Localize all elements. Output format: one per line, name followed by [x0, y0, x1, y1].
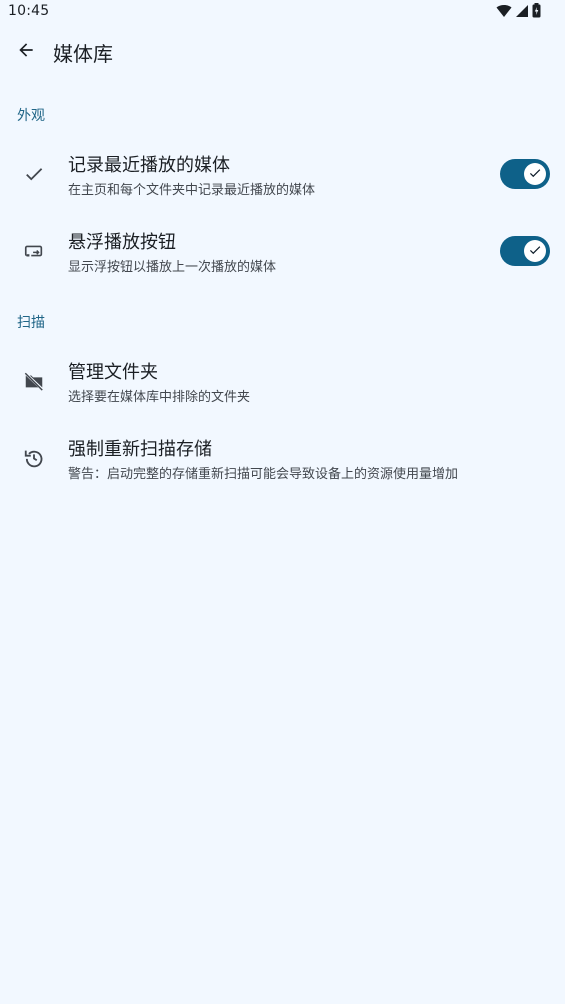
row-title: 管理文件夹	[68, 362, 158, 383]
app-bar: 媒体库	[0, 24, 565, 80]
row-subtitle: 选择要在媒体库中排除的文件夹	[68, 390, 251, 405]
battery-icon	[532, 2, 541, 22]
row-title: 记录最近播放的媒体	[68, 155, 230, 176]
setting-manage-folders[interactable]: 管理文件夹 选择要在媒体库中排除的文件夹	[0, 343, 565, 419]
setting-force-rescan[interactable]: 强制重新扫描存储 警告：启动完整的存储重新扫描可能会导致设备上的资源使用量增加	[0, 420, 565, 496]
folder-off-icon	[22, 369, 46, 393]
floating-button-icon	[22, 239, 46, 263]
check-icon	[528, 165, 542, 184]
record-recent-toggle[interactable]	[500, 159, 550, 189]
section-header-scan: 扫描	[17, 315, 45, 331]
row-subtitle: 显示浮按钮以播放上一次播放的媒体	[68, 260, 277, 275]
row-subtitle: 警告：启动完整的存储重新扫描可能会导致设备上的资源使用量增加	[68, 467, 459, 482]
wifi-icon	[496, 3, 512, 22]
row-title: 悬浮播放按钮	[68, 232, 176, 253]
arrow-back-icon	[16, 40, 36, 64]
rescan-icon	[22, 446, 46, 470]
row-title: 强制重新扫描存储	[68, 439, 212, 460]
section-header-appearance: 外观	[17, 108, 45, 124]
status-icons	[496, 2, 541, 22]
check-icon	[528, 242, 542, 261]
row-subtitle: 在主页和每个文件夹中记录最近播放的媒体	[68, 183, 316, 198]
signal-icon	[515, 3, 529, 22]
back-button[interactable]	[12, 36, 40, 68]
toggle-thumb	[524, 240, 546, 262]
toggle-thumb	[524, 163, 546, 185]
check-icon	[22, 162, 46, 186]
status-time: 10:45	[8, 3, 50, 19]
setting-floating-play-button[interactable]: 悬浮播放按钮 显示浮按钮以播放上一次播放的媒体	[0, 213, 565, 289]
setting-record-recent-media[interactable]: 记录最近播放的媒体 在主页和每个文件夹中记录最近播放的媒体	[0, 136, 565, 212]
status-bar: 10:45	[0, 0, 565, 24]
page-title: 媒体库	[53, 42, 113, 66]
floating-button-toggle[interactable]	[500, 236, 550, 266]
